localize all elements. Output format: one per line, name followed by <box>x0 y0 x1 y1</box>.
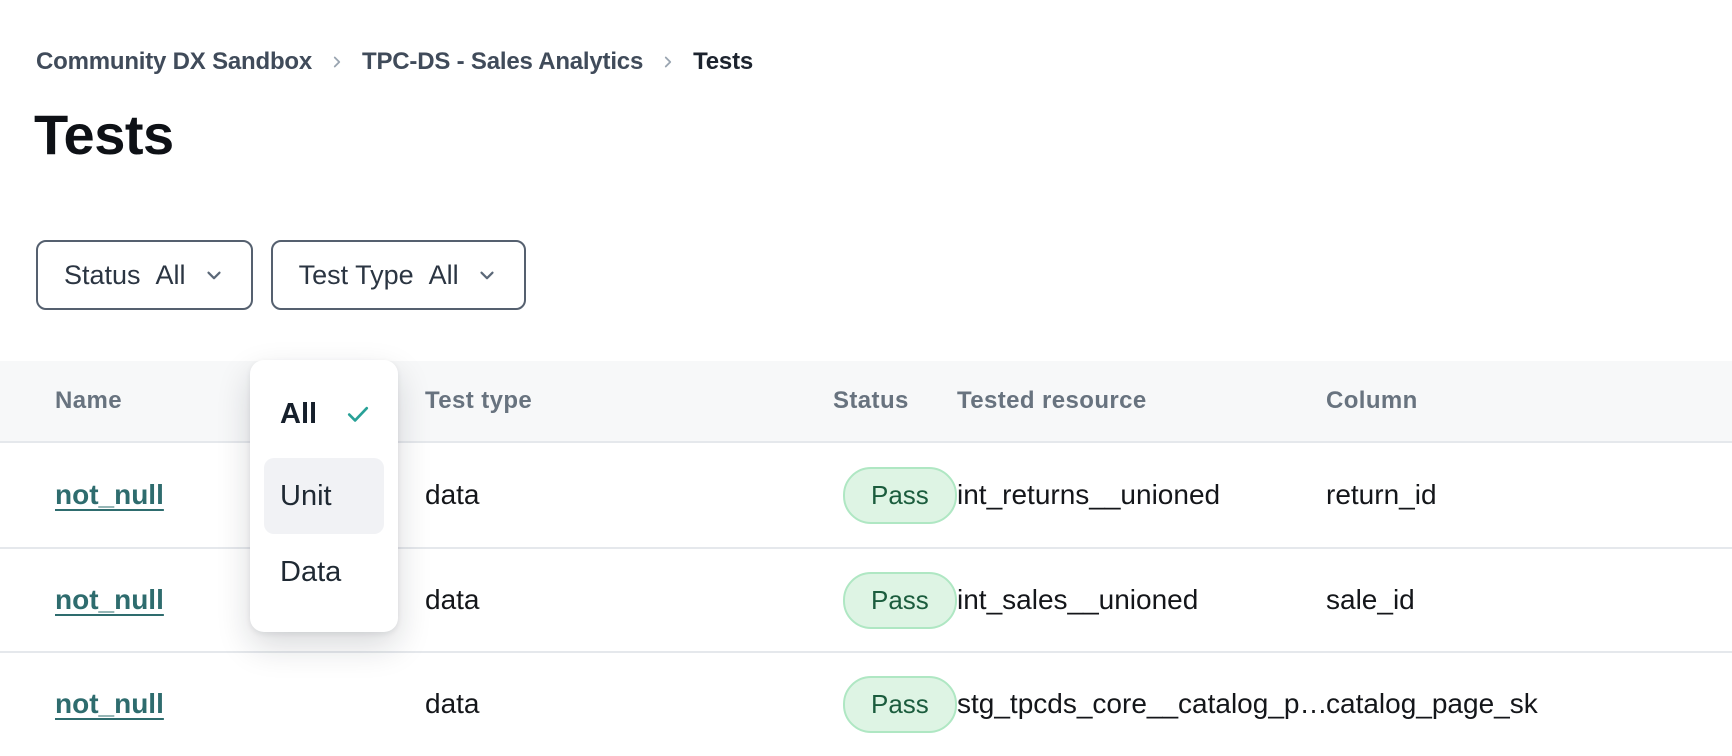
tested-resource-cell: stg_tpcds_core__catalog_p… <box>957 688 1326 720</box>
column-header-status: Status <box>833 387 957 415</box>
test-type-cell: data <box>425 479 833 511</box>
breadcrumb-current: Tests <box>693 48 753 76</box>
test-name-link[interactable]: not_null <box>55 479 164 510</box>
test-name-link[interactable]: not_null <box>55 584 164 615</box>
breadcrumb-project[interactable]: Community DX Sandbox <box>36 48 312 76</box>
status-filter-button[interactable]: Status All <box>36 240 253 310</box>
breadcrumb: Community DX Sandbox TPC-DS - Sales Anal… <box>36 48 753 76</box>
tests-page: Community DX Sandbox TPC-DS - Sales Anal… <box>0 0 1732 756</box>
column-header-test-type: Test type <box>425 387 833 415</box>
column-header-column: Column <box>1326 387 1732 415</box>
chevron-down-icon <box>476 264 498 286</box>
check-icon <box>344 400 372 428</box>
chevron-down-icon <box>203 264 225 286</box>
status-badge: Pass <box>843 467 957 524</box>
tested-resource-cell: int_sales__unioned <box>957 584 1326 616</box>
chevron-right-icon <box>659 53 677 71</box>
test-type-filter-button[interactable]: Test Type All <box>271 240 526 310</box>
menu-item-unit-label: Unit <box>280 480 332 513</box>
column-cell: sale_id <box>1326 584 1732 616</box>
table-row: not_null data Pass stg_tpcds_core__catal… <box>0 651 1732 755</box>
column-cell: catalog_page_sk <box>1326 688 1732 720</box>
filter-bar: Status All Test Type All <box>36 240 526 310</box>
menu-item-unit[interactable]: Unit <box>264 458 384 534</box>
menu-item-all-label: All <box>280 398 317 431</box>
status-filter-label: Status <box>64 260 141 291</box>
column-header-tested-resource: Tested resource <box>957 387 1326 415</box>
test-type-dropdown-menu: All Unit Data <box>250 360 398 632</box>
page-title: Tests <box>34 102 174 167</box>
breadcrumb-environment[interactable]: TPC-DS - Sales Analytics <box>362 48 643 76</box>
status-badge: Pass <box>843 676 957 733</box>
test-type-cell: data <box>425 584 833 616</box>
test-name-link[interactable]: not_null <box>55 688 164 719</box>
column-cell: return_id <box>1326 479 1732 511</box>
status-filter-value: All <box>156 260 186 291</box>
test-type-cell: data <box>425 688 833 720</box>
status-badge: Pass <box>843 572 957 629</box>
tested-resource-cell: int_returns__unioned <box>957 479 1326 511</box>
menu-item-data[interactable]: Data <box>264 536 384 608</box>
test-type-filter-label: Test Type <box>299 260 414 291</box>
test-type-filter-value: All <box>429 260 459 291</box>
chevron-right-icon <box>328 53 346 71</box>
menu-item-data-label: Data <box>280 556 341 589</box>
menu-item-all[interactable]: All <box>264 378 384 450</box>
